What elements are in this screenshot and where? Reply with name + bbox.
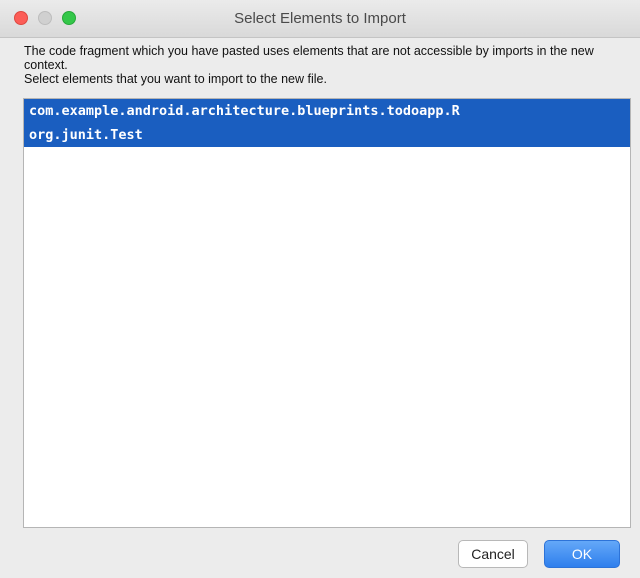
message-instruction: Select elements that you want to import …	[24, 72, 327, 86]
import-dialog: Select Elements to Import The code fragm…	[0, 0, 640, 578]
title-bar: Select Elements to Import	[0, 0, 640, 38]
list-item[interactable]: org.junit.Test	[24, 123, 630, 147]
elements-list[interactable]: com.example.android.architecture.bluepri…	[23, 98, 631, 528]
list-item[interactable]: com.example.android.architecture.bluepri…	[24, 99, 630, 123]
message-explanation: The code fragment which you have pasted …	[24, 44, 594, 72]
cancel-button[interactable]: Cancel	[458, 540, 528, 568]
ok-button[interactable]: OK	[544, 540, 620, 568]
window-title: Select Elements to Import	[234, 10, 406, 27]
dialog-message: The code fragment which you have pasted …	[24, 44, 624, 86]
